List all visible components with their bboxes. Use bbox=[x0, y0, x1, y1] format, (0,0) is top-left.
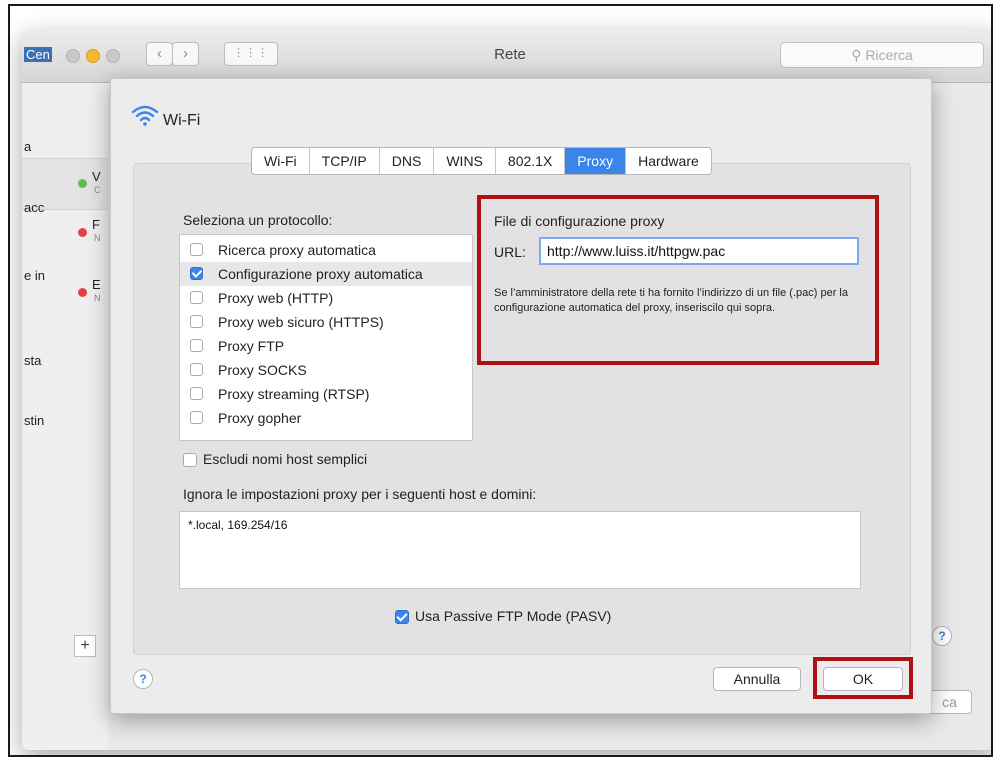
background-help-button[interactable]: ? bbox=[932, 626, 952, 646]
service-status-fragment: N bbox=[94, 293, 101, 303]
protocol-label: Proxy SOCKS bbox=[218, 362, 307, 378]
service-name-fragment: V bbox=[92, 169, 101, 184]
passive-ftp-label: Usa Passive FTP Mode (PASV) bbox=[415, 608, 612, 624]
services-sidebar: a V C acc F N e in E N sta stin + bbox=[22, 83, 108, 750]
tab-dns[interactable]: DNS bbox=[380, 148, 435, 174]
tab-wifi[interactable]: Wi-Fi bbox=[252, 148, 310, 174]
service-name-fragment: F bbox=[92, 217, 100, 232]
exclude-simple-hosts-label: Escludi nomi host semplici bbox=[203, 451, 368, 467]
protocol-label: Ricerca proxy automatica bbox=[218, 242, 376, 258]
screenshot-frame: Cen ‹ › ⋮⋮⋮ Rete ⚲ Ricerca a V C acc F N… bbox=[8, 4, 993, 757]
tab-bar: Wi-Fi TCP/IP DNS WINS 802.1X Proxy Hardw… bbox=[251, 147, 712, 175]
checkbox[interactable] bbox=[190, 339, 203, 352]
protocol-row-ftp[interactable]: Proxy FTP bbox=[180, 334, 472, 358]
title-bar: Cen ‹ › ⋮⋮⋮ Rete ⚲ Ricerca bbox=[22, 30, 991, 83]
service-name-fragment: E bbox=[92, 277, 101, 292]
search-icon: ⚲ bbox=[851, 47, 862, 63]
checkbox[interactable] bbox=[190, 243, 203, 256]
status-dot-disconnected bbox=[78, 228, 87, 237]
checkbox[interactable] bbox=[190, 387, 203, 400]
checkbox[interactable] bbox=[190, 363, 203, 376]
proxy-settings-sheet: Wi-Fi Wi-Fi TCP/IP DNS WINS 802.1X Proxy… bbox=[110, 78, 932, 714]
tab-wins[interactable]: WINS bbox=[434, 148, 496, 174]
protocol-row-auto-discovery[interactable]: Ricerca proxy automatica bbox=[180, 238, 472, 262]
tab-proxy[interactable]: Proxy bbox=[565, 148, 627, 174]
checkbox[interactable] bbox=[190, 291, 203, 304]
protocol-row-gopher[interactable]: Proxy gopher bbox=[180, 406, 472, 430]
protocol-label: Proxy streaming (RTSP) bbox=[218, 386, 370, 402]
background-partial-button[interactable]: ca bbox=[927, 690, 972, 714]
sidebar-fragment: sta bbox=[24, 353, 42, 368]
sidebar-fragment: a bbox=[24, 139, 32, 154]
config-file-title: File di configurazione proxy bbox=[494, 213, 665, 229]
add-service-button[interactable]: + bbox=[74, 635, 96, 657]
url-label: URL: bbox=[494, 244, 526, 260]
interface-name: Wi-Fi bbox=[163, 112, 201, 129]
tab-tcpip[interactable]: TCP/IP bbox=[310, 148, 380, 174]
status-dot-connected bbox=[78, 179, 87, 188]
passive-ftp-checkbox[interactable] bbox=[395, 610, 409, 624]
sidebar-fragment: stin bbox=[24, 413, 45, 428]
url-input[interactable] bbox=[539, 237, 859, 265]
ok-button[interactable]: OK bbox=[823, 667, 903, 691]
wifi-icon bbox=[131, 105, 159, 126]
protocols-title: Seleziona un protocollo: bbox=[183, 212, 333, 228]
cancel-button[interactable]: Annulla bbox=[713, 667, 801, 691]
protocol-row-auto-config[interactable]: Configurazione proxy automatica bbox=[180, 262, 472, 286]
config-help-text: Se l’amministratore della rete ti ha for… bbox=[494, 287, 848, 314]
protocol-label: Configurazione proxy automatica bbox=[218, 266, 423, 282]
search-field[interactable]: ⚲ Ricerca bbox=[780, 42, 984, 68]
checkbox[interactable] bbox=[190, 315, 203, 328]
tab-8021x[interactable]: 802.1X bbox=[496, 148, 566, 174]
service-item-2[interactable]: F N bbox=[22, 211, 108, 261]
protocol-row-rtsp[interactable]: Proxy streaming (RTSP) bbox=[180, 382, 472, 406]
protocol-label: Proxy web (HTTP) bbox=[218, 290, 334, 306]
service-status-fragment: N bbox=[94, 233, 101, 243]
checkbox[interactable] bbox=[190, 267, 203, 280]
help-button[interactable]: ? bbox=[133, 669, 153, 689]
service-status-fragment: C bbox=[94, 185, 101, 195]
tab-hardware[interactable]: Hardware bbox=[626, 148, 711, 174]
protocol-label: Proxy web sicuro (HTTPS) bbox=[218, 314, 384, 330]
exclude-simple-hosts-checkbox[interactable] bbox=[183, 453, 197, 467]
status-dot-disconnected bbox=[78, 288, 87, 297]
protocol-label: Proxy gopher bbox=[218, 410, 302, 426]
checkbox[interactable] bbox=[190, 411, 203, 424]
protocol-row-socks[interactable]: Proxy SOCKS bbox=[180, 358, 472, 382]
plus-icon: + bbox=[80, 637, 90, 654]
protocol-row-https[interactable]: Proxy web sicuro (HTTPS) bbox=[180, 310, 472, 334]
service-item-3[interactable]: E N bbox=[22, 271, 108, 321]
protocol-label: Proxy FTP bbox=[218, 338, 285, 354]
protocol-list: Ricerca proxy automatica Configurazione … bbox=[179, 234, 473, 441]
protocol-row-http[interactable]: Proxy web (HTTP) bbox=[180, 286, 472, 310]
bypass-hosts-textarea[interactable]: *.local, 169.254/16 bbox=[179, 511, 861, 589]
bypass-title: Ignora le impostazioni proxy per i segue… bbox=[183, 486, 537, 502]
search-placeholder: Ricerca bbox=[865, 47, 913, 63]
